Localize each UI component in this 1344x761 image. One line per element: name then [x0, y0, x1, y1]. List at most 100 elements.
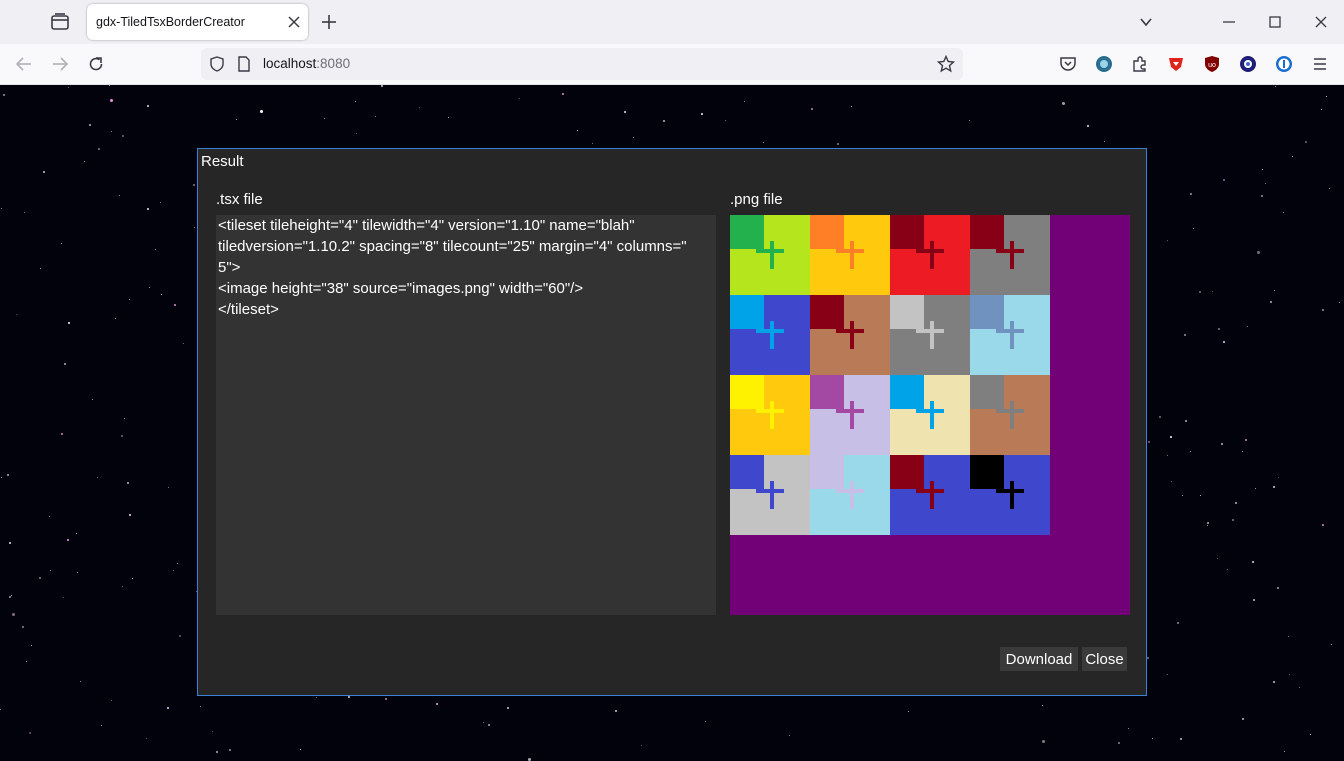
- tile-pattern: [1010, 481, 1014, 509]
- star: [216, 750, 219, 753]
- star: [84, 160, 86, 162]
- star: [1325, 95, 1327, 97]
- tile-pattern: [850, 335, 890, 375]
- close-window-icon[interactable]: [1314, 15, 1328, 29]
- url-port: :8080: [316, 56, 351, 71]
- tile-pattern: [930, 415, 970, 455]
- star: [789, 735, 791, 737]
- tab-title: gdx-TiledTsxBorderCreator: [96, 15, 245, 29]
- star: [124, 418, 126, 420]
- star: [1289, 674, 1291, 676]
- pocket-icon[interactable]: [1059, 55, 1077, 73]
- star: [1241, 451, 1243, 453]
- reload-icon[interactable]: [87, 55, 105, 73]
- star: [1206, 524, 1208, 526]
- close-button[interactable]: Close: [1082, 647, 1127, 671]
- star: [1252, 560, 1255, 563]
- star: [9, 596, 12, 599]
- tileset-tile: [730, 375, 810, 455]
- star-icon[interactable]: [937, 55, 955, 73]
- puzzle-icon[interactable]: [1131, 55, 1149, 73]
- star: [176, 562, 178, 564]
- plus-icon[interactable]: [321, 14, 337, 30]
- star: [1322, 524, 1325, 527]
- star: [100, 724, 102, 726]
- star: [1062, 101, 1066, 105]
- tile-pattern: [850, 401, 854, 429]
- png-file-label: .png file: [730, 191, 783, 208]
- star: [1158, 415, 1161, 418]
- star: [633, 137, 635, 139]
- chevron-down-icon[interactable]: [1139, 15, 1153, 29]
- shield-icon[interactable]: [209, 56, 225, 72]
- browser-tab-bar: gdx-TiledTsxBorderCreator: [0, 0, 1344, 44]
- minimize-window-icon[interactable]: [1222, 15, 1236, 29]
- vpn-extension-icon[interactable]: [1095, 55, 1113, 73]
- back-arrow-icon[interactable]: [15, 55, 33, 73]
- star: [1256, 251, 1260, 255]
- star: [811, 108, 814, 111]
- star: [121, 435, 124, 438]
- tile-pattern: [930, 255, 970, 295]
- star: [75, 533, 77, 535]
- star: [1182, 494, 1184, 496]
- star: [1127, 727, 1129, 729]
- tile-pattern: [930, 241, 934, 269]
- hamburger-menu-icon[interactable]: [1311, 55, 1329, 73]
- tsx-file-label: .tsx file: [216, 191, 263, 208]
- star: [154, 249, 156, 251]
- tile-pattern: [770, 255, 810, 295]
- star: [67, 86, 69, 88]
- star: [1291, 155, 1293, 157]
- star: [436, 702, 439, 705]
- star: [1255, 488, 1257, 490]
- page-content: Result .tsx file .png file <tileset tile…: [0, 85, 1344, 761]
- forward-arrow-icon[interactable]: [51, 55, 69, 73]
- star: [1104, 140, 1106, 142]
- tsx-textarea[interactable]: <tileset tileheight="4" tilewidth="4" ve…: [216, 215, 716, 615]
- result-dialog: Result .tsx file .png file <tileset tile…: [197, 148, 1147, 696]
- star: [145, 738, 147, 740]
- star: [1277, 586, 1280, 589]
- url-bar[interactable]: localhost:8080: [201, 48, 963, 80]
- star: [1151, 737, 1153, 739]
- star: [354, 101, 356, 103]
- maximize-window-icon[interactable]: [1268, 15, 1282, 29]
- password-manager-icon[interactable]: [1275, 55, 1293, 73]
- brave-extension-icon[interactable]: [1167, 55, 1185, 73]
- star: [641, 745, 643, 747]
- star: [228, 749, 231, 752]
- star: [1282, 212, 1284, 214]
- star: [850, 105, 852, 107]
- star: [114, 318, 116, 320]
- star: [76, 571, 78, 573]
- close-tab-icon[interactable]: [287, 15, 301, 29]
- tile-pattern: [770, 481, 774, 509]
- star: [62, 597, 64, 599]
- star: [97, 148, 100, 151]
- tab-list-icon[interactable]: [49, 11, 71, 33]
- star: [63, 362, 66, 365]
- star: [61, 433, 64, 436]
- star: [1269, 301, 1272, 304]
- circle-extension-icon[interactable]: [1239, 55, 1257, 73]
- ublock-icon[interactable]: uo: [1203, 55, 1221, 73]
- star: [80, 680, 82, 682]
- download-button[interactable]: Download: [1000, 647, 1078, 671]
- tile-pattern: [850, 321, 854, 349]
- tile-pattern: [850, 241, 854, 269]
- star: [260, 110, 264, 114]
- tileset-tile: [970, 215, 1050, 295]
- star: [1170, 480, 1172, 482]
- browser-tab[interactable]: gdx-TiledTsxBorderCreator: [87, 4, 308, 40]
- star: [1299, 687, 1301, 689]
- star: [908, 711, 910, 713]
- star: [1338, 302, 1340, 304]
- star: [299, 748, 301, 750]
- star: [146, 105, 149, 108]
- star: [1288, 635, 1290, 637]
- star: [42, 170, 45, 173]
- star: [1260, 194, 1263, 197]
- tileset-tile: [890, 455, 970, 535]
- tile-pattern: [850, 415, 890, 455]
